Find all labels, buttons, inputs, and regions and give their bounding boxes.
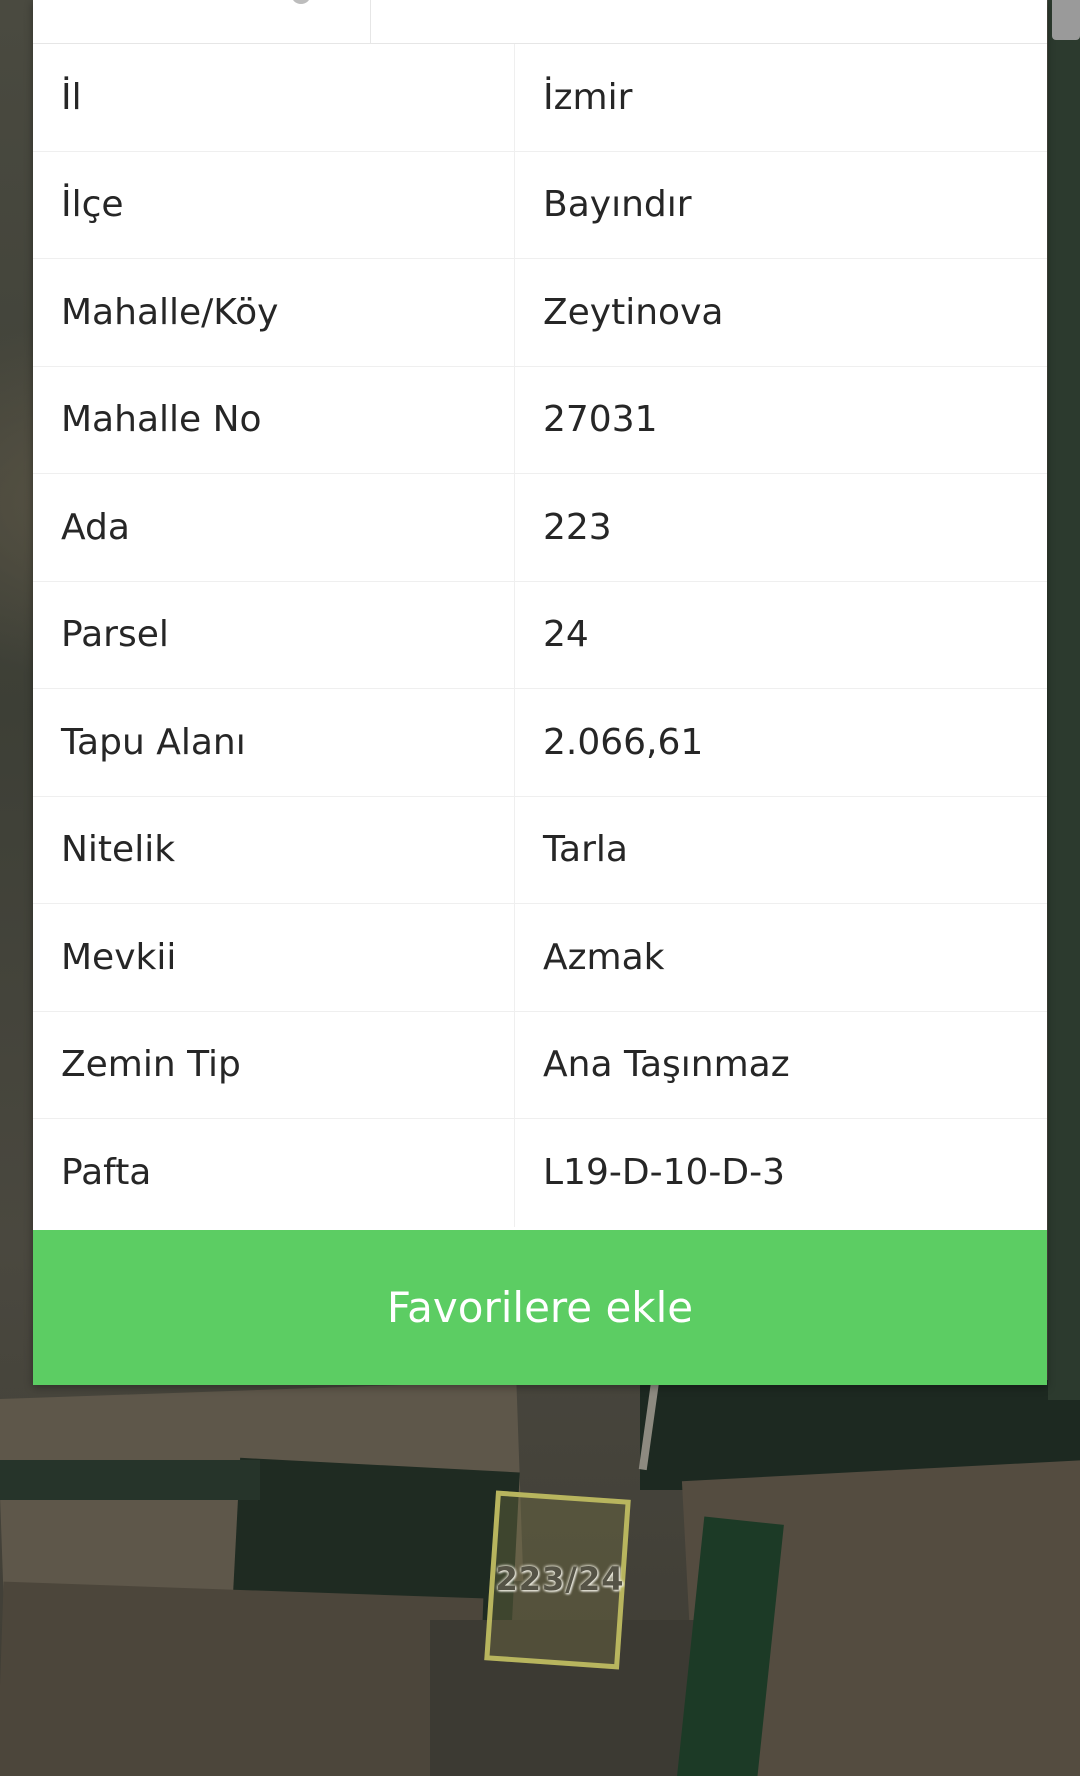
- tab-parcel-info[interactable]: [51, 0, 371, 44]
- table-row: Ada 223: [33, 474, 1047, 582]
- table-row: İl İzmir: [33, 44, 1047, 152]
- table-row: Mahalle No 27031: [33, 366, 1047, 474]
- table-row: Mahalle/Köy Zeytinova: [33, 259, 1047, 367]
- row-label-nitelik: Nitelik: [33, 796, 515, 903]
- table-row: Tapu Alanı 2.066,61: [33, 689, 1047, 797]
- row-value-ada: 223: [543, 506, 612, 548]
- row-label-mahalle-koy: Mahalle/Köy: [33, 259, 515, 366]
- parcel-info-table: İl İzmir İlçe Bayındır Mahalle/Köy Zeyti…: [33, 44, 1047, 1227]
- table-row: Parsel 24: [33, 581, 1047, 689]
- row-value-pafta: L19-D-10-D-3: [543, 1152, 785, 1194]
- row-value-mevkii: Azmak: [543, 936, 665, 978]
- row-value-parsel: 24: [543, 614, 589, 656]
- row-value-ilce: Bayındır: [543, 184, 692, 226]
- row-label-mahalle-no: Mahalle No: [33, 366, 515, 473]
- row-value-nitelik: Tarla: [543, 829, 628, 871]
- row-label-parsel: Parsel: [33, 581, 515, 688]
- map-tree-line: [0, 1460, 260, 1500]
- row-label-tapu-alani: Tapu Alanı: [33, 689, 515, 796]
- row-label-mevkii: Mevkii: [33, 904, 515, 1011]
- row-value-zemin-tip: Ana Taşınmaz: [543, 1044, 790, 1086]
- map-tree-line: [1048, 0, 1080, 1400]
- table-row: İlçe Bayındır: [33, 151, 1047, 259]
- table-row: Nitelik Tarla: [33, 796, 1047, 904]
- add-to-favorites-button[interactable]: Favorilere ekle: [33, 1230, 1047, 1385]
- card-tab-strip: [33, 0, 1047, 44]
- row-label-ilce: İlçe: [33, 151, 515, 258]
- map-field: [0, 1581, 484, 1776]
- row-label-il: İl: [33, 44, 515, 151]
- table-row: Zemin Tip Ana Taşınmaz: [33, 1011, 1047, 1119]
- parcel-map-label: 223/24: [495, 1560, 625, 1598]
- row-value-il: İzmir: [543, 76, 633, 118]
- table-row: Pafta L19-D-10-D-3: [33, 1119, 1047, 1227]
- table-row: Mevkii Azmak: [33, 904, 1047, 1012]
- row-label-zemin-tip: Zemin Tip: [33, 1011, 515, 1118]
- row-value-mahalle-no: 27031: [543, 399, 658, 441]
- row-label-pafta: Pafta: [33, 1119, 515, 1227]
- parcel-info-card: İl İzmir İlçe Bayındır Mahalle/Köy Zeyti…: [33, 0, 1047, 1385]
- row-label-ada: Ada: [33, 474, 515, 581]
- scrollbar-thumb[interactable]: [1052, 0, 1080, 40]
- row-value-mahalle-koy: Zeytinova: [543, 291, 724, 333]
- row-value-tapu-alani: 2.066,61: [543, 721, 704, 763]
